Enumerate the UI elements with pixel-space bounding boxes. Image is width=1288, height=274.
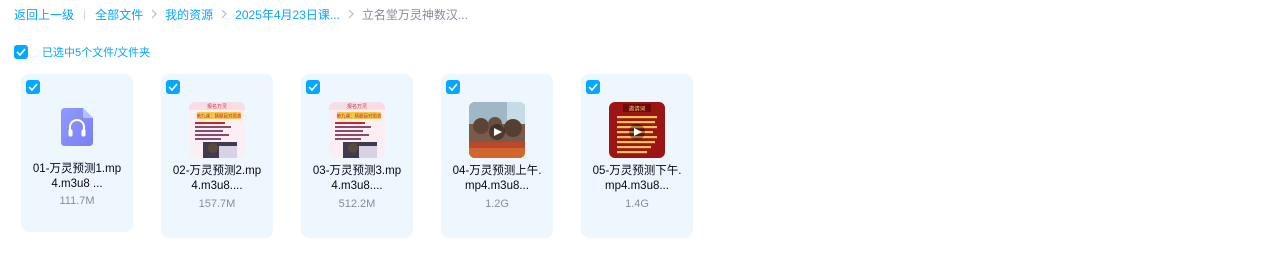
back-link[interactable]: 返回上一级 xyxy=(14,6,74,23)
svg-text:报名万灵: 报名万灵 xyxy=(207,103,227,110)
select-all-checkbox[interactable] xyxy=(14,45,28,59)
selection-count-text: 已选中5个文件/文件夹 xyxy=(42,47,151,59)
file-checkbox[interactable] xyxy=(306,80,320,94)
breadcrumb-all-files[interactable]: 全部文件 xyxy=(95,6,143,23)
file-name: 01-万灵预测1.mp 4.m3u8 ... xyxy=(32,163,122,190)
check-icon xyxy=(308,83,318,91)
check-icon xyxy=(448,83,458,91)
breadcrumb: 返回上一级 | 全部文件 我的资源 2025年4月23日课... 立名堂万灵神数… xyxy=(14,6,468,22)
file-card[interactable]: 04-万灵预测上午. mp4.m3u8... 1.2G xyxy=(441,74,553,238)
check-icon xyxy=(168,83,178,91)
file-card[interactable]: 报名万灵 第九课：猜题目对照表 02-万灵预测2.mp 4.m3u8.... 1… xyxy=(161,74,273,238)
file-card[interactable]: 邀请词 05-万灵预测下午. mp4.m3u8... 1.4G xyxy=(581,74,693,238)
file-name: 02-万灵预测2.mp 4.m3u8.... xyxy=(172,165,262,192)
video-thumbnail: 报名万灵 第九课：猜题目对照表 xyxy=(189,102,245,158)
chevron-right-icon xyxy=(347,9,355,19)
check-icon xyxy=(588,83,598,91)
file-size: 111.7M xyxy=(59,195,95,207)
check-icon xyxy=(28,83,38,91)
file-checkbox[interactable] xyxy=(586,80,600,94)
selection-bar: 已选中5个文件/文件夹 xyxy=(14,44,150,60)
file-size: 157.7M xyxy=(198,198,236,210)
video-thumbnail: 报名万灵 第九课：猜题目对照表 xyxy=(329,102,385,158)
breadcrumb-current-folder: 立名堂万灵神数汉... xyxy=(361,7,468,22)
svg-text:报名万灵: 报名万灵 xyxy=(347,103,367,110)
svg-text:第九课：猜题目对照表: 第九课：猜题目对照表 xyxy=(337,113,382,120)
file-size: 512.2M xyxy=(338,198,376,210)
file-checkbox[interactable] xyxy=(446,80,460,94)
file-size: 1.2G xyxy=(485,198,509,210)
file-checkbox[interactable] xyxy=(26,80,40,94)
audio-icon xyxy=(61,108,93,146)
breadcrumb-course-folder[interactable]: 2025年4月23日课... xyxy=(235,6,340,23)
file-name: 04-万灵预测上午. mp4.m3u8... xyxy=(452,165,542,192)
file-card[interactable]: 01-万灵预测1.mp 4.m3u8 ... 111.7M xyxy=(21,74,133,232)
breadcrumb-divider: | xyxy=(83,7,87,21)
chevron-right-icon xyxy=(150,9,158,19)
check-icon xyxy=(16,48,26,56)
file-name: 05-万灵预测下午. mp4.m3u8... xyxy=(592,165,682,192)
file-card[interactable]: 报名万灵 第九课：猜题目对照表 03-万灵预测3.mp 4.m3u8.... 5… xyxy=(301,74,413,238)
svg-text:第九课：猜题目对照表: 第九课：猜题目对照表 xyxy=(197,113,242,120)
file-name: 03-万灵预测3.mp 4.m3u8.... xyxy=(312,165,402,192)
svg-text:邀请词: 邀请词 xyxy=(629,105,646,113)
video-thumbnail: 邀请词 xyxy=(609,102,665,158)
file-size: 1.4G xyxy=(625,198,649,210)
breadcrumb-my-resources[interactable]: 我的资源 xyxy=(165,6,213,23)
chevron-right-icon xyxy=(220,9,228,19)
file-checkbox[interactable] xyxy=(166,80,180,94)
video-thumbnail xyxy=(469,102,525,158)
